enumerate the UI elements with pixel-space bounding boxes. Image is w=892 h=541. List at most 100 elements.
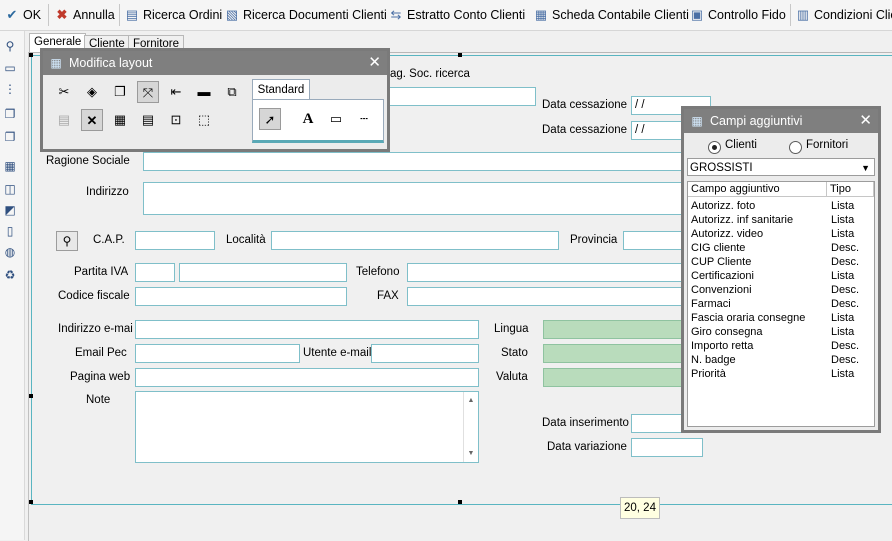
table-row[interactable]: Autorizz. foto Lista (688, 199, 874, 213)
cancel-x-icon: ✖ (56, 7, 68, 22)
data-variazione-input[interactable] (631, 438, 703, 457)
col-header-tipo[interactable]: Tipo (827, 182, 874, 197)
note-textarea[interactable]: ▲ ▼ (135, 391, 479, 463)
table-row[interactable]: Priorità Lista (688, 367, 874, 381)
cap-input[interactable] (135, 231, 215, 250)
controllo-fido-button[interactable]: ▣ Controllo Fido (689, 4, 786, 26)
document-icon[interactable]: ▯ (2, 223, 18, 239)
copy-icon[interactable]: ❐ (109, 81, 131, 103)
localita-input[interactable] (271, 231, 559, 250)
table-row[interactable]: Farmaci Desc. (688, 297, 874, 311)
duplicate-icon[interactable]: ⧉ (221, 81, 243, 103)
col-header-campo[interactable]: Campo aggiuntivo (688, 182, 827, 197)
table-row[interactable]: Giro consegna Lista (688, 325, 874, 339)
campi-grid: Campo aggiuntivo Tipo Autorizz. foto List… (687, 181, 875, 427)
scroll-down-arrow-icon[interactable]: ▼ (464, 445, 478, 462)
estratto-conto-button[interactable]: ⇆ Estratto Conto Clienti (388, 4, 526, 26)
email-pec-input[interactable] (135, 344, 300, 363)
modifica-layout-window: ▦ Modifica layout ✕ ✂ ◈ ❐ ⤧ ⇤ ▬ ⧉ ▤ ✕ ▦ … (40, 48, 390, 152)
cell-tipo: Desc. (831, 256, 860, 268)
window-tool-icon[interactable]: ▭ (325, 108, 347, 130)
codice-fiscale-input[interactable] (135, 287, 347, 306)
table-row[interactable]: Autorizz. inf sanitarie Lista (688, 213, 874, 227)
rag-soc-ricerca-input[interactable] (386, 87, 536, 106)
paste-special-icon[interactable]: ◈ (81, 81, 103, 103)
stato-input[interactable] (543, 344, 703, 363)
spacing-icon[interactable]: ▬ (193, 81, 215, 103)
table-row[interactable]: Autorizz. video Lista (688, 227, 874, 241)
main-toolbar: ✔ OK ✖ Annulla ▤ Ricerca Ordini ▧ Ricerca Do… (0, 0, 892, 31)
table-icon[interactable]: ▤ (137, 109, 159, 131)
indirizzo-input[interactable] (143, 182, 703, 215)
tab-standard[interactable]: Standard (252, 79, 310, 100)
chevron-down-icon[interactable]: ▼ (861, 159, 870, 177)
telefono-label: Telefono (356, 266, 400, 278)
cell-tipo: Desc. (831, 340, 860, 352)
note-scrollbar[interactable]: ▲ ▼ (463, 392, 478, 462)
copy-doc-icon[interactable]: ❐ (2, 129, 18, 145)
lingua-input[interactable] (543, 320, 703, 339)
ok-button[interactable]: ✔ OK (4, 4, 42, 26)
delete-icon[interactable]: ✕ (81, 109, 103, 131)
pagina-web-input[interactable] (135, 368, 479, 387)
fit-icon[interactable]: ⤧ (137, 81, 159, 103)
table-row[interactable]: Convenzioni Desc. (688, 283, 874, 297)
globe-icon[interactable]: ◍ (2, 244, 18, 260)
line-tool-icon[interactable]: ┄ (353, 108, 375, 130)
copy-icon[interactable]: ❐ (2, 106, 18, 122)
fax-input[interactable] (407, 287, 703, 306)
close-icon[interactable]: ✕ (859, 109, 872, 133)
scheda-contabile-button[interactable]: ▦ Scheda Contabile Clienti (533, 4, 689, 26)
radio-fornitori[interactable] (789, 141, 802, 154)
email-input[interactable] (135, 320, 479, 339)
standard-tools-panel: ➚ A ▭ ┄ (252, 99, 384, 143)
paste-icon[interactable]: ▤ (53, 109, 75, 131)
text-tool-icon[interactable]: A (297, 108, 319, 130)
hierarchy-icon[interactable]: ⋮ (2, 81, 18, 97)
cap-search-icon[interactable]: ⚲ (56, 231, 78, 251)
table-row[interactable]: Certificazioni Lista (688, 269, 874, 283)
table-row[interactable]: Fascia oraria consegne Lista (688, 311, 874, 325)
table-row[interactable]: N. badge Desc. (688, 353, 874, 367)
campi-aggiuntivi-titlebar[interactable]: ▦ Campi aggiuntivi ✕ (684, 109, 878, 133)
tab-order-icon[interactable]: ⊡ (165, 109, 187, 131)
group-select[interactable]: GROSSISTI ▼ (687, 158, 875, 176)
grid-icon[interactable]: ▦ (2, 158, 18, 174)
grid-icon[interactable]: ▦ (109, 109, 131, 131)
scroll-up-arrow-icon[interactable]: ▲ (464, 392, 478, 409)
valuta-label: Valuta (496, 371, 528, 383)
radio-clienti[interactable] (708, 141, 721, 154)
ricerca-documenti-button[interactable]: ▧ Ricerca Documenti Clienti (224, 4, 387, 26)
recycle-icon[interactable]: ♻ (2, 267, 18, 283)
cut-icon[interactable]: ✂ (53, 81, 75, 103)
partita-iva-input[interactable] (179, 263, 347, 282)
search-icon[interactable]: ⚲ (2, 38, 18, 54)
credit-check-icon: ▣ (690, 7, 704, 22)
table-row[interactable]: CUP Cliente Desc. (688, 255, 874, 269)
ricerca-ordini-button[interactable]: ▤ Ricerca Ordini (124, 4, 222, 26)
document-search-icon: ▧ (225, 7, 239, 22)
annulla-button[interactable]: ✖ Annulla (54, 4, 115, 26)
cell-campo: N. badge (691, 354, 736, 366)
close-icon[interactable]: ✕ (368, 51, 381, 75)
partita-iva-prefix-input[interactable] (135, 263, 175, 282)
folder-icon[interactable]: ▭ (2, 60, 18, 76)
chart-icon[interactable]: ◩ (2, 202, 18, 218)
table-row[interactable]: Importo retta Desc. (688, 339, 874, 353)
cell-tipo: Lista (831, 270, 855, 282)
layers-icon[interactable]: ◫ (2, 181, 18, 197)
cell-tipo: Lista (831, 326, 855, 338)
table-row[interactable]: CIG cliente Desc. (688, 241, 874, 255)
telefono-input[interactable] (407, 263, 703, 282)
condizioni-clienti-button[interactable]: ▥ Condizioni Clienti (795, 4, 892, 26)
select-region-icon[interactable]: ⬚ (193, 109, 215, 131)
utente-email-input[interactable] (371, 344, 479, 363)
modifica-layout-titlebar[interactable]: ▦ Modifica layout ✕ (43, 51, 387, 75)
pointer-icon[interactable]: ➚ (259, 108, 281, 130)
align-icon[interactable]: ⇤ (165, 81, 187, 103)
condizioni-clienti-label: Condizioni Clienti (814, 8, 892, 22)
localita-label: Località (226, 234, 266, 246)
ragione-sociale-input[interactable] (143, 152, 703, 171)
valuta-input[interactable] (543, 368, 703, 387)
rag-soc-ricerca-label: ag. Soc. ricerca (390, 68, 470, 80)
